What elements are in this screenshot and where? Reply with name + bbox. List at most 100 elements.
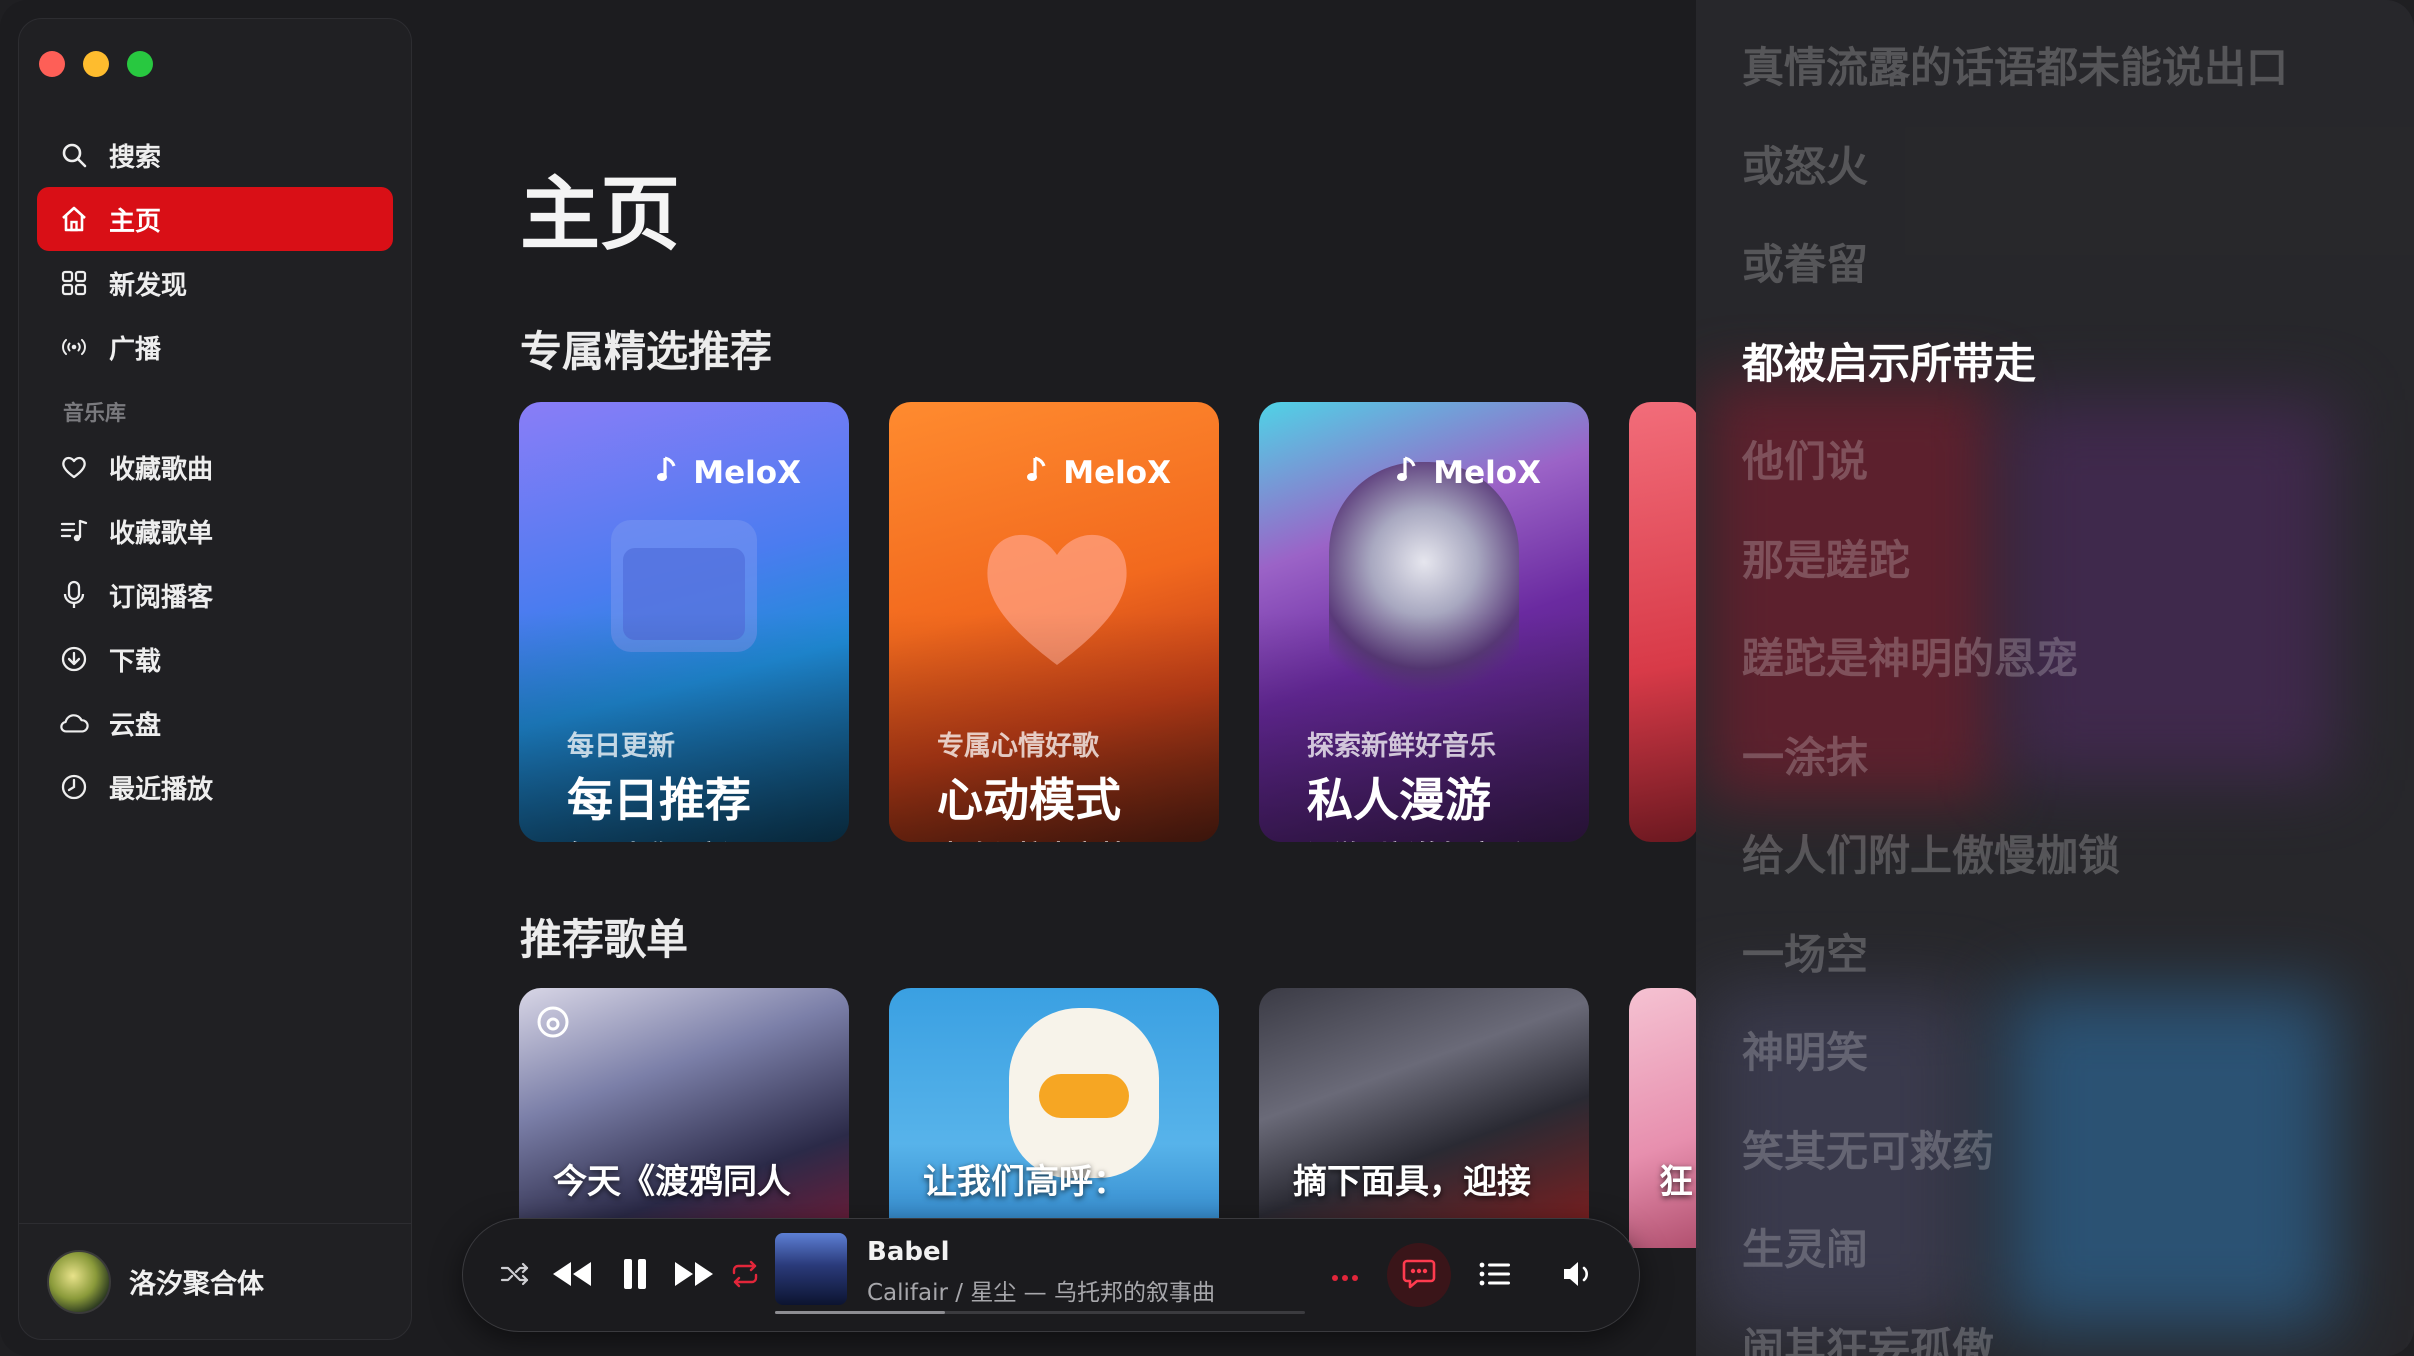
rewind-icon — [551, 1260, 593, 1292]
lyric-line[interactable]: 一场空 — [1742, 921, 1868, 982]
lyric-line[interactable]: 真情流露的话语都未能说出口 — [1742, 34, 2288, 95]
repeat-button[interactable] — [725, 1219, 765, 1333]
playlists-section-title: 推荐歌单 — [520, 915, 689, 964]
sidebar-item-label: 主页 — [109, 206, 162, 237]
user-profile[interactable]: 洛汐聚合体 — [19, 1223, 411, 1339]
lyrics-bubble-icon — [1402, 1257, 1436, 1293]
queue-button[interactable] — [1473, 1219, 1517, 1333]
home-icon — [59, 204, 89, 234]
lyric-line[interactable]: 那是蹉跎 — [1742, 527, 1910, 588]
featured-card-daily[interactable]: MeloX 每日更新 每日推荐 每天为你更新 — [519, 402, 849, 842]
brand-label: MeloX — [1027, 454, 1171, 492]
lyric-line[interactable]: 蹉跎是神明的恩宠 — [1742, 625, 2078, 686]
featured-card-roaming[interactable]: MeloX 探索新鲜好音乐 私人漫游 漫游到新的好音乐 — [1259, 402, 1589, 842]
sidebar: 搜索 主页 新发现 广播 音乐库 收藏歌曲 收藏歌单 订阅播客 下载 云盘 最近… — [18, 18, 412, 1340]
shuffle-button[interactable] — [493, 1219, 537, 1333]
lyric-line[interactable]: 或眷留 — [1742, 231, 1868, 292]
fast-forward-icon — [673, 1260, 715, 1292]
more-button[interactable] — [1323, 1219, 1367, 1333]
previous-button[interactable] — [545, 1219, 599, 1333]
pause-button[interactable] — [611, 1219, 659, 1333]
playlist-title: 让我们高呼： — [923, 1162, 1127, 1202]
window-controls — [39, 51, 153, 77]
lyric-line[interactable]: 给人们附上傲慢枷锁 — [1742, 822, 2120, 883]
sidebar-item-discover[interactable]: 新发现 — [37, 251, 393, 315]
sidebar-item-label: 最近播放 — [109, 774, 214, 805]
featured-card-heartbeat[interactable]: MeloX 专属心情好歌 心动模式 喜欢与惊喜交替 — [889, 402, 1219, 842]
sidebar-item-label: 云盘 — [109, 710, 162, 741]
progress-bar[interactable] — [775, 1311, 1305, 1314]
playlist-cards: 今天《渡鸦同人 让我们高呼： 摘下面具，迎接 狂 — [519, 988, 1699, 1248]
card-subtitle: 漫游到新的好音乐 — [1307, 834, 1523, 842]
brand-label: MeloX — [1397, 454, 1541, 492]
sidebar-item-liked-songs[interactable]: 收藏歌曲 — [37, 435, 393, 499]
app-window: 搜索 主页 新发现 广播 音乐库 收藏歌曲 收藏歌单 订阅播客 下载 云盘 最近… — [0, 0, 2414, 1356]
card-subtitle: 喜欢与惊喜交替 — [937, 834, 1126, 842]
featured-section-title: 专属精选推荐 — [520, 327, 773, 376]
playlist-title: 今天《渡鸦同人 — [553, 1162, 791, 1202]
netease-logo-icon — [535, 1004, 571, 1044]
playlist-card[interactable]: 狂 — [1629, 988, 1699, 1248]
heart-icon — [59, 452, 89, 482]
username: 洛汐聚合体 — [129, 1269, 264, 1300]
lyrics-panel: 真情流露的话语都未能说出口 或怒火或眷留都被启示所带走 他们说那是蹉跎蹉跎是神明的恩… — [1696, 0, 2414, 1356]
sidebar-item-search[interactable]: 搜索 — [37, 123, 393, 187]
sidebar-item-label: 订阅播客 — [109, 582, 214, 613]
broadcast-icon — [59, 332, 89, 362]
card-eyebrow: 专属心情好歌 — [937, 731, 1099, 762]
sidebar-item-downloads[interactable]: 下载 — [37, 627, 393, 691]
card-eyebrow: 探索新鲜好音乐 — [1307, 731, 1496, 762]
card-eyebrow: 每日更新 — [567, 731, 675, 762]
playlist-card[interactable]: 今天《渡鸦同人 — [519, 988, 849, 1248]
search-icon — [59, 140, 89, 170]
lyric-line[interactable]: 神明笑 — [1742, 1019, 1868, 1080]
card-subtitle: 每天为你更新 — [567, 834, 729, 842]
main-nav: 搜索 主页 新发现 广播 音乐库 收藏歌曲 收藏歌单 订阅播客 下载 云盘 最近… — [37, 123, 393, 819]
lyric-line[interactable]: 或怒火 — [1742, 133, 1868, 194]
queue-list-icon — [1479, 1261, 1511, 1291]
lyric-line[interactable]: 闹其狂妄孤傲 — [1742, 1315, 1994, 1356]
lyric-line[interactable]: 他们说 — [1742, 428, 1868, 489]
sidebar-item-label: 收藏歌单 — [109, 518, 214, 549]
playlist-icon — [59, 516, 89, 546]
track-artist-album[interactable]: Califair / 星尘 — 乌托邦的叙事曲 — [867, 1273, 1215, 1307]
sidebar-item-saved-playlists[interactable]: 收藏歌单 — [37, 499, 393, 563]
volume-icon — [1562, 1260, 1596, 1292]
sidebar-item-recent[interactable]: 最近播放 — [37, 755, 393, 819]
close-window-button[interactable] — [39, 51, 65, 77]
music-note-icon — [1397, 454, 1419, 492]
sidebar-item-home[interactable]: 主页 — [37, 187, 393, 251]
sidebar-item-label: 广播 — [109, 334, 162, 365]
playlist-card[interactable]: 摘下面具，迎接 — [1259, 988, 1589, 1248]
track-title[interactable]: Babel — [867, 1237, 950, 1267]
microphone-icon — [59, 580, 89, 610]
brand-label: MeloX — [657, 454, 801, 492]
card-title: 心动模式 — [937, 773, 1121, 827]
library-section-label: 音乐库 — [63, 401, 126, 425]
repeat-icon — [730, 1260, 760, 1292]
main-content: 主页 专属精选推荐 MeloX 每日更新 每日推荐 每天为你更新 Mel — [412, 0, 1699, 1356]
card-title: 私人漫游 — [1307, 773, 1491, 827]
zoom-window-button[interactable] — [127, 51, 153, 77]
featured-card-partial[interactable] — [1629, 402, 1699, 842]
lyric-line[interactable]: 笑其无可救药 — [1742, 1118, 1994, 1179]
download-icon — [59, 644, 89, 674]
lyric-line[interactable]: 一涂抹 — [1742, 724, 1868, 785]
minimize-window-button[interactable] — [83, 51, 109, 77]
sidebar-item-radio[interactable]: 广播 — [37, 315, 393, 379]
next-button[interactable] — [667, 1219, 721, 1333]
clock-icon — [59, 772, 89, 802]
sidebar-item-cloud[interactable]: 云盘 — [37, 691, 393, 755]
lyrics-button[interactable] — [1387, 1243, 1451, 1307]
music-note-icon — [657, 454, 679, 492]
now-playing-cover[interactable] — [775, 1233, 847, 1305]
sidebar-item-podcasts[interactable]: 订阅播客 — [37, 563, 393, 627]
playlist-card[interactable]: 让我们高呼： — [889, 988, 1219, 1248]
volume-button[interactable] — [1557, 1219, 1601, 1333]
lyric-line[interactable]: 生灵闹 — [1742, 1216, 1868, 1277]
lyric-line-current[interactable]: 都被启示所带走 — [1742, 330, 2036, 391]
progress-fill — [775, 1311, 945, 1314]
sidebar-item-label: 下载 — [109, 646, 162, 677]
page-title: 主页 — [520, 168, 680, 261]
playlist-title: 摘下面具，迎接 — [1293, 1162, 1531, 1202]
